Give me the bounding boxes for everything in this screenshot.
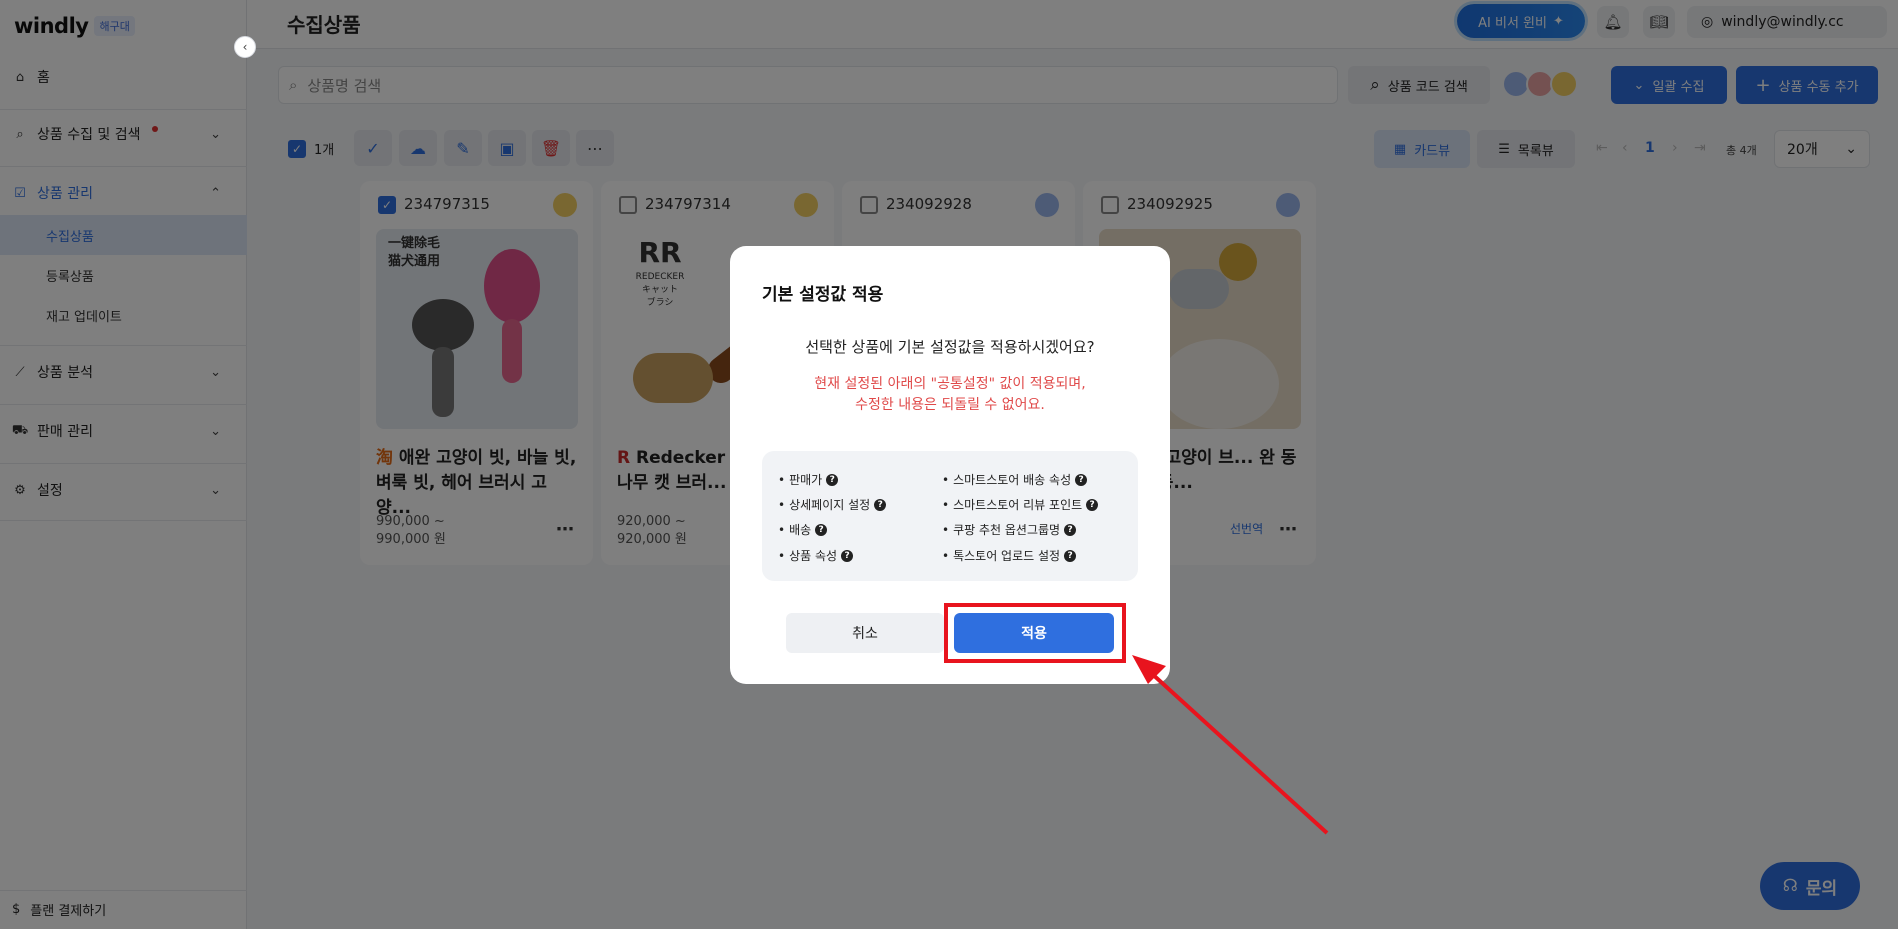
sidebar-collapse-button[interactable]: ‹ bbox=[234, 36, 256, 58]
arrow-shaft bbox=[1148, 670, 1329, 835]
annotation-arrow bbox=[1132, 655, 1329, 835]
chevron-left-icon: ‹ bbox=[242, 40, 248, 54]
